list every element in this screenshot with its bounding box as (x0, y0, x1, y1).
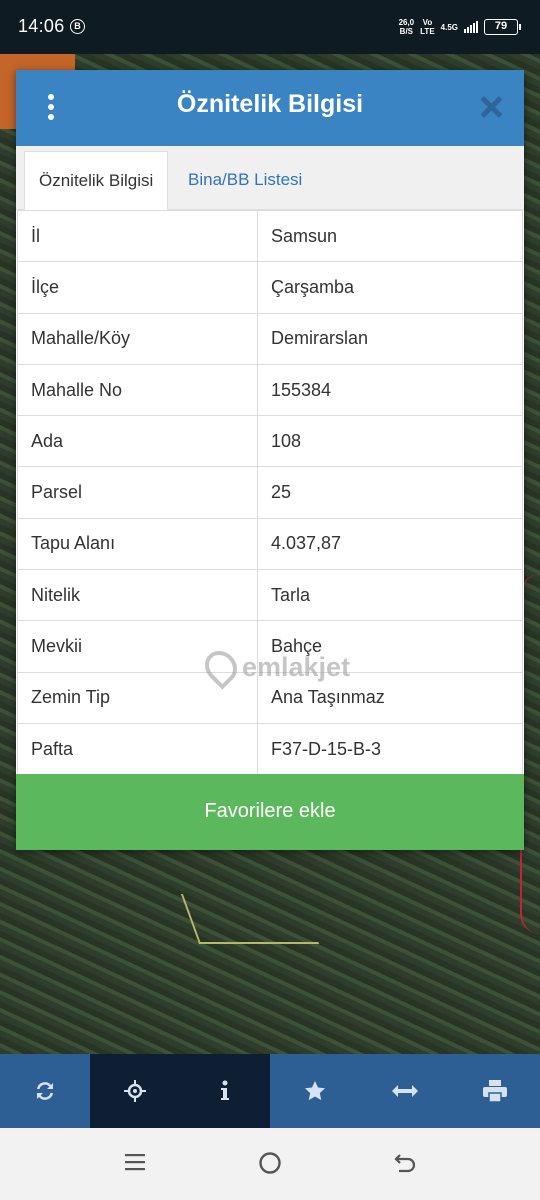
watermark-text: emlakjet (242, 651, 351, 682)
row-value: Demirarslan (257, 312, 523, 365)
network-type: 4.5G (440, 22, 458, 32)
system-nav-bar (0, 1128, 540, 1200)
row-value: Samsun (257, 209, 523, 263)
tab-building-list[interactable]: Bina/BB Listesi (174, 151, 316, 210)
signal-icon (464, 21, 478, 33)
row-value: Tarla (257, 569, 523, 622)
add-favorite-button[interactable]: Favorilere ekle (16, 774, 524, 850)
row-key: Parsel (17, 466, 258, 519)
table-row: Pafta F37-D-15-B-3 (17, 722, 523, 776)
speed-unit: B/S (399, 27, 414, 36)
tab-bar: Öznitelik Bilgisi Bina/BB Listesi (16, 146, 524, 210)
network-speed: 26,0 B/S (399, 18, 415, 36)
table-row: İl Samsun (17, 209, 523, 263)
row-value: 25 (257, 466, 523, 519)
row-value: 108 (257, 415, 523, 468)
row-key: Pafta (17, 722, 258, 776)
refresh-icon[interactable] (0, 1054, 90, 1128)
row-key: Tapu Alanı (17, 517, 258, 571)
dialog-header: Öznitelik Bilgisi (16, 70, 524, 146)
tab-attributes[interactable]: Öznitelik Bilgisi (24, 151, 169, 210)
row-key: İl (17, 209, 258, 263)
row-key: Mahalle/Köy (17, 312, 258, 365)
row-key: Mahalle No (17, 363, 258, 417)
back-icon[interactable] (392, 1150, 420, 1178)
table-row: Ada 108 (17, 415, 523, 468)
volte-top: Vo (422, 18, 433, 27)
print-icon[interactable] (450, 1054, 540, 1128)
volte-bottom: LTE (420, 27, 435, 36)
table-row: Parsel 25 (17, 466, 523, 519)
measure-icon[interactable] (360, 1054, 450, 1128)
row-value: 4.037,87 (257, 517, 523, 571)
dialog-title: Öznitelik Bilgisi (176, 90, 364, 118)
row-key: Nitelik (17, 569, 258, 622)
watermark-pin-icon (198, 644, 244, 690)
star-icon[interactable] (270, 1054, 360, 1128)
table-row: Mahalle No 155384 (17, 363, 523, 417)
parcel-boundary (180, 894, 320, 944)
battery-icon: 79 (484, 19, 521, 35)
row-key: Ada (17, 415, 258, 468)
table-row: Nitelik Tarla (17, 569, 523, 622)
b-badge-icon: B (70, 19, 85, 34)
status-indicators: 26,0 B/S Vo LTE 4.5G 79 (399, 14, 521, 40)
attribute-dialog: Öznitelik Bilgisi Öznitelik Bilgisi Bina… (16, 70, 524, 850)
watermark: emlakjet (198, 644, 351, 690)
status-time: 14:06 (18, 16, 65, 36)
row-value: Çarşamba (257, 261, 523, 314)
status-bar: 14:06 B 26,0 B/S Vo LTE 4.5G 79 (0, 0, 540, 54)
table-row: Tapu Alanı 4.037,87 (17, 517, 523, 571)
row-key: İlçe (17, 261, 258, 314)
close-icon[interactable] (480, 96, 502, 118)
info-icon[interactable] (180, 1054, 270, 1128)
volte-indicator: Vo LTE (420, 18, 435, 36)
locate-icon[interactable] (90, 1054, 180, 1128)
speed-value: 26,0 (398, 18, 415, 27)
table-row: Mahalle/Köy Demirarslan (17, 312, 523, 365)
row-value: 155384 (257, 363, 523, 417)
attribute-table: İl Samsun İlçe Çarşamba Mahalle/Köy Demirar… (17, 209, 523, 776)
bottom-toolbar (0, 1054, 540, 1128)
table-row: İlçe Çarşamba (17, 261, 523, 314)
row-value: F37-D-15-B-3 (257, 722, 523, 776)
home-icon[interactable] (256, 1150, 284, 1178)
recent-apps-icon[interactable] (121, 1150, 149, 1178)
